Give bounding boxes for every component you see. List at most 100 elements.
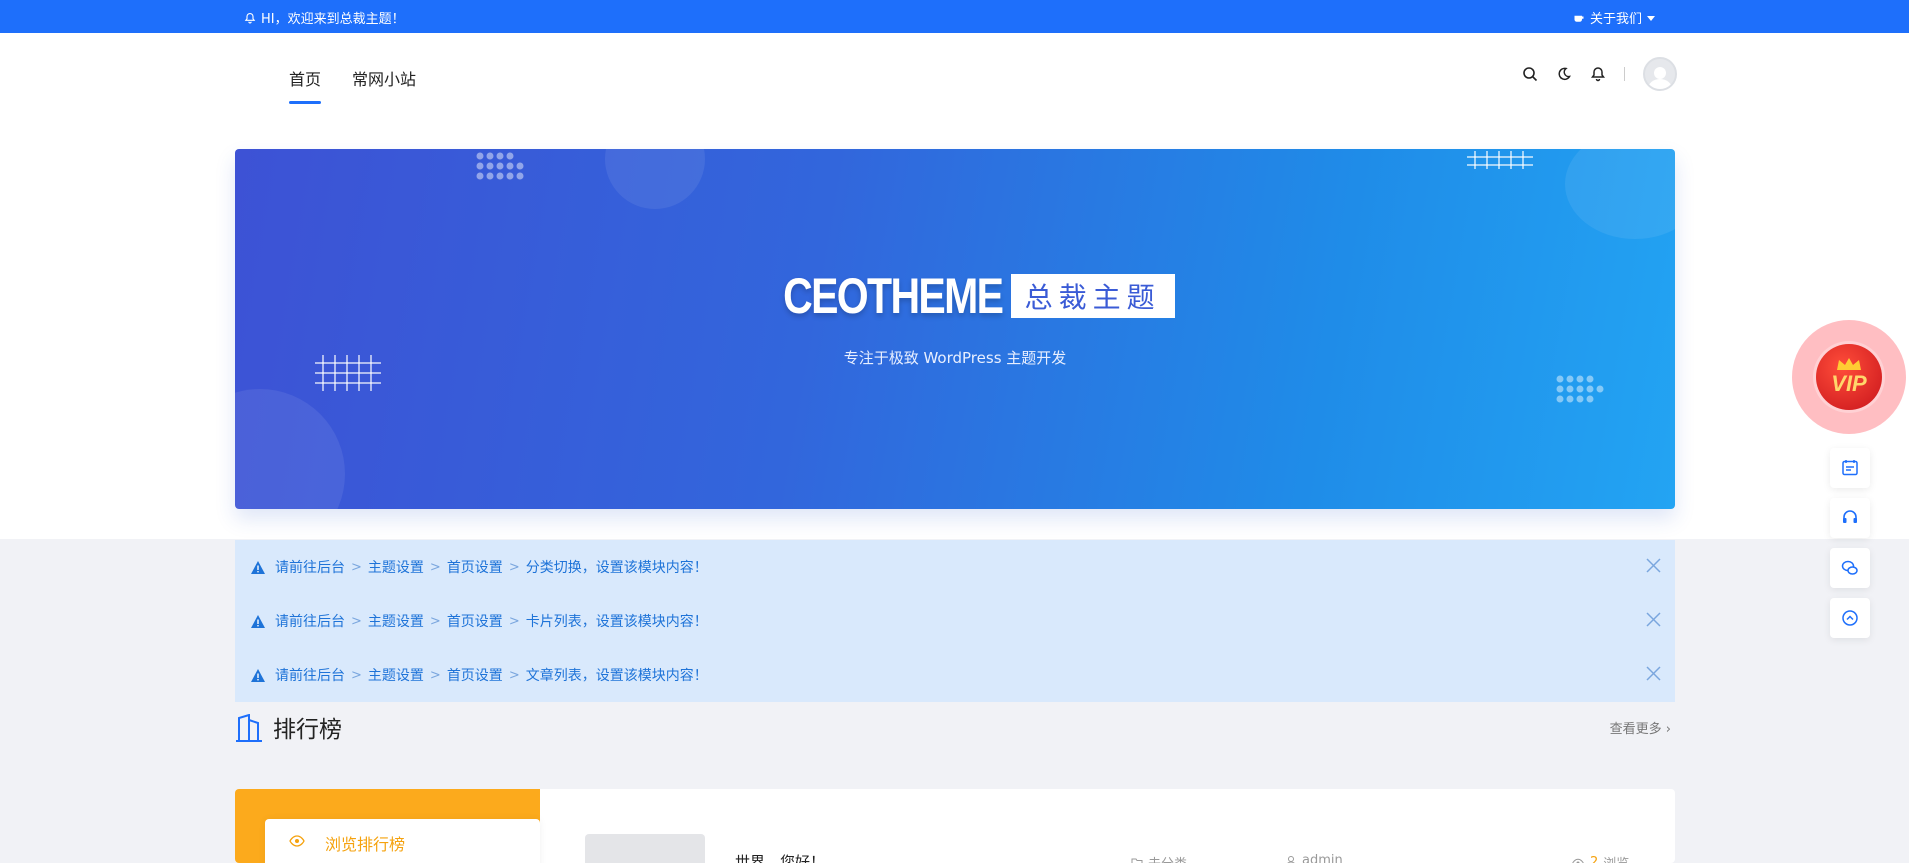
site-header: 首页 常网小站 — [0, 33, 1909, 119]
chevron-right-icon: > — [351, 559, 362, 575]
category-label: 未分类 — [1148, 853, 1187, 863]
ranking-title: 排行榜 — [273, 717, 342, 743]
vip-label: VIP — [1831, 371, 1867, 396]
tab-label: 浏览排行榜 — [325, 835, 406, 854]
post-views: 2 浏览 — [1571, 853, 1629, 863]
post-category[interactable]: 未分类 — [1131, 853, 1187, 863]
theme-toggle-button[interactable] — [1556, 66, 1572, 82]
vip-float-button[interactable]: VIP — [1792, 320, 1906, 434]
alert-breadcrumb: 请前往后台 > 主题设置 > 首页设置 > 文章列表，设置该模块内容！ — [275, 665, 708, 685]
views-count: 2 — [1590, 855, 1599, 863]
alert-crumb: 请前往后台 — [275, 668, 345, 684]
views-label: 浏览 — [1603, 853, 1629, 863]
user-icon — [1648, 67, 1672, 89]
dots-pattern-icon — [1556, 375, 1604, 403]
alert-crumb: 首页设置 — [446, 668, 503, 684]
header-tools — [1522, 57, 1677, 91]
chevron-right-icon: > — [508, 613, 520, 629]
float-wechat-button[interactable] — [1830, 548, 1870, 588]
logo-text-en: CEOTHEME — [783, 268, 1004, 324]
user-icon — [1286, 855, 1296, 863]
close-icon[interactable] — [1646, 558, 1661, 573]
warning-icon — [251, 668, 265, 682]
notes-icon — [1842, 460, 1858, 476]
decor-circle — [1565, 149, 1675, 239]
chevron-right-icon: > — [429, 667, 441, 683]
dots-pattern-icon — [476, 152, 524, 180]
vip-badge: VIP — [1816, 344, 1882, 410]
nav-item-home[interactable]: 首页 — [289, 66, 322, 104]
banner-logo: CEOTHEME 总裁主题 — [235, 267, 1675, 325]
ranking-card: 浏览排行榜 世界，您好！ 未分类 admin 2 浏览 — [235, 789, 1675, 863]
author-label: admin — [1302, 853, 1343, 863]
alert-crumb: 主题设置 — [367, 668, 424, 684]
alert-crumb: 文章列表，设置该模块内容！ — [525, 668, 708, 684]
decor-circle — [235, 389, 345, 509]
bell-icon — [244, 12, 256, 23]
warning-icon — [251, 560, 265, 574]
top-bar: HI，欢迎来到总裁主题！ 关于我们 — [0, 0, 1909, 33]
chevron-right-icon: > — [508, 667, 520, 683]
chevron-up-icon — [1842, 610, 1858, 626]
eye-icon — [289, 835, 305, 847]
alert-breadcrumb: 请前往后台 > 主题设置 > 首页设置 > 分类切换，设置该模块内容！ — [275, 557, 708, 577]
view-more-label: 查看更多 — [1609, 722, 1662, 737]
moon-icon — [1558, 67, 1571, 81]
tab-views-ranking[interactable]: 浏览排行榜 — [265, 819, 540, 863]
hero-banner[interactable]: CEOTHEME 总裁主题 专注于极致 WordPress 主题开发 — [235, 149, 1675, 509]
post-thumbnail[interactable] — [585, 834, 705, 863]
building-icon — [236, 714, 262, 742]
alert-notice: 请前往后台 > 主题设置 > 首页设置 > 分类切换，设置该模块内容！ — [235, 540, 1675, 594]
alert-crumb: 主题设置 — [367, 614, 424, 630]
about-us-menu[interactable]: 关于我们 — [1573, 8, 1655, 27]
close-icon[interactable] — [1646, 666, 1661, 681]
bell-icon — [1591, 67, 1605, 82]
alert-crumb: 分类切换，设置该模块内容！ — [525, 560, 708, 576]
view-more-link[interactable]: 查看更多 › — [1610, 718, 1671, 737]
main-nav: 首页 常网小站 — [289, 66, 416, 104]
search-icon — [1523, 67, 1538, 82]
crown-icon — [1837, 358, 1861, 370]
float-support-button[interactable] — [1830, 498, 1870, 538]
nav-item-site[interactable]: 常网小站 — [352, 66, 416, 104]
alert-crumb: 卡片列表，设置该模块内容！ — [525, 614, 708, 630]
eye-icon — [1572, 858, 1584, 863]
about-us-label: 关于我们 — [1589, 12, 1642, 27]
welcome-text: HI，欢迎来到总裁主题！ — [261, 12, 405, 27]
chevron-right-icon: > — [429, 613, 441, 629]
divider — [1624, 67, 1625, 81]
alert-notice: 请前往后台 > 主题设置 > 首页设置 > 卡片列表，设置该模块内容！ — [235, 594, 1675, 648]
cup-icon — [1574, 15, 1584, 22]
headset-icon — [1843, 510, 1857, 523]
logo-text-cn: 总裁主题 — [1010, 274, 1175, 318]
chevron-right-icon: > — [351, 667, 362, 683]
chevron-right-icon: › — [1665, 722, 1671, 737]
avatar[interactable] — [1643, 57, 1677, 91]
post-author[interactable]: admin — [1285, 853, 1343, 863]
alert-crumb: 主题设置 — [367, 560, 424, 576]
caret-down-icon — [1647, 15, 1655, 21]
close-icon[interactable] — [1646, 612, 1661, 627]
banner-slogan: 专注于极致 WordPress 主题开发 — [843, 349, 1067, 367]
back-to-top-button[interactable] — [1830, 598, 1870, 638]
alert-notice: 请前往后台 > 主题设置 > 首页设置 > 文章列表，设置该模块内容！ — [235, 648, 1675, 702]
alert-crumb: 请前往后台 — [275, 560, 345, 576]
float-notes-button[interactable] — [1830, 448, 1870, 488]
decor-circle — [605, 149, 705, 209]
chevron-right-icon: > — [351, 613, 362, 629]
ranking-header: 排行榜 查看更多 › — [235, 710, 1675, 744]
alert-crumb: 首页设置 — [446, 614, 503, 630]
wechat-icon — [1841, 560, 1858, 575]
grid-pattern-icon — [1467, 151, 1533, 169]
alert-crumb: 首页设置 — [446, 560, 503, 576]
search-button[interactable] — [1522, 66, 1538, 82]
alert-crumb: 请前往后台 — [275, 614, 345, 630]
post-title[interactable]: 世界，您好！ — [735, 851, 825, 863]
folder-icon — [1131, 858, 1143, 863]
notification-button[interactable] — [1590, 66, 1606, 82]
chevron-right-icon: > — [429, 559, 441, 575]
alert-breadcrumb: 请前往后台 > 主题设置 > 首页设置 > 卡片列表，设置该模块内容！ — [275, 611, 708, 631]
warning-icon — [251, 614, 265, 628]
welcome-message: HI，欢迎来到总裁主题！ — [244, 8, 405, 27]
chevron-right-icon: > — [508, 559, 520, 575]
